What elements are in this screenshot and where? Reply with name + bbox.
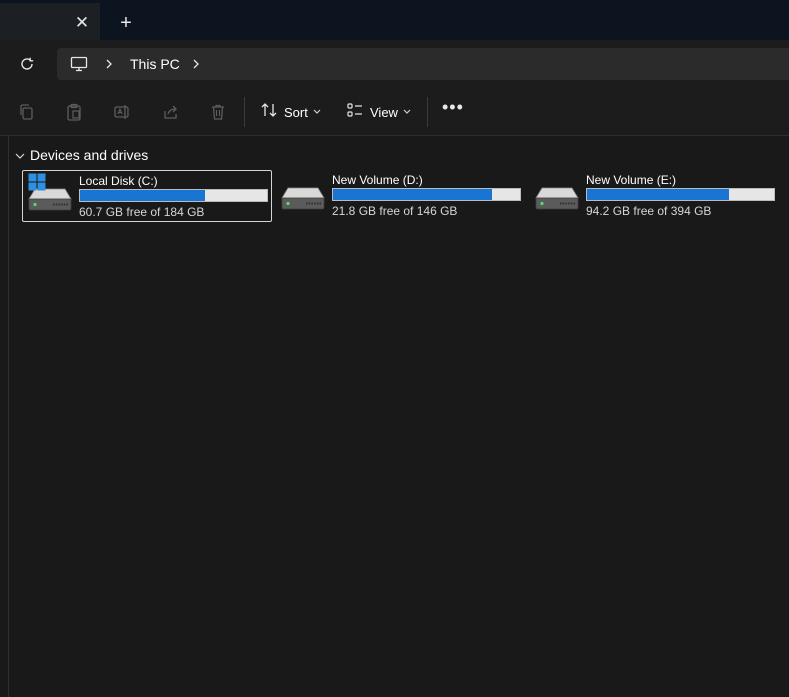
tab-strip: ✕ +: [0, 0, 789, 40]
drive-name: New Volume (D:): [332, 173, 423, 187]
section-title: Devices and drives: [30, 147, 149, 163]
refresh-icon[interactable]: [17, 54, 37, 74]
command-bar: Sort View •••: [0, 88, 789, 136]
drive-free-space: 21.8 GB free of 146 GB: [332, 204, 458, 218]
toolbar-separator: [244, 97, 245, 127]
tab-this-pc[interactable]: ✕: [0, 3, 100, 40]
drive-name: Local Disk (C:): [79, 174, 158, 188]
sort-label: Sort: [284, 104, 308, 120]
copy-icon[interactable]: [17, 102, 37, 122]
drive-usage-bar: [79, 189, 268, 202]
drive-item[interactable]: New Volume (E:) 94.2 GB free of 394 GB: [530, 170, 780, 222]
chevron-down-icon: [313, 107, 321, 117]
drive-name: New Volume (E:): [586, 173, 677, 187]
rename-icon[interactable]: [112, 102, 132, 122]
computer-icon: [69, 54, 89, 74]
chevron-right-icon[interactable]: [190, 56, 202, 72]
sort-icon: [260, 101, 278, 124]
drive-free-space: 60.7 GB free of 184 GB: [79, 205, 205, 219]
drive-free-space: 94.2 GB free of 394 GB: [586, 204, 712, 218]
breadcrumb-this-pc[interactable]: This PC: [130, 56, 180, 72]
address-row: This PC: [0, 40, 789, 88]
paste-icon[interactable]: [64, 102, 84, 122]
hard-drive-icon: [534, 182, 580, 212]
view-button[interactable]: View: [346, 98, 411, 126]
new-tab-icon[interactable]: +: [116, 13, 136, 33]
chevron-down-icon: [14, 149, 26, 161]
drive-item[interactable]: Local Disk (C:) 60.7 GB free of 184 GB: [22, 170, 272, 222]
toolbar-separator: [427, 97, 428, 127]
close-tab-icon[interactable]: ✕: [72, 13, 92, 33]
drive-usage-bar: [586, 188, 775, 201]
section-devices-and-drives[interactable]: Devices and drives: [14, 146, 148, 164]
sort-button[interactable]: Sort: [260, 98, 321, 126]
drive-item[interactable]: New Volume (D:) 21.8 GB free of 146 GB: [276, 170, 526, 222]
more-options-icon[interactable]: •••: [442, 98, 463, 120]
drive-usage-fill: [333, 189, 492, 200]
chevron-right-icon[interactable]: [103, 56, 115, 72]
drive-usage-bar: [332, 188, 521, 201]
drive-usage-fill: [80, 190, 206, 201]
drive-usage-fill: [587, 189, 730, 200]
pane-border: [8, 136, 9, 697]
address-bar[interactable]: This PC: [57, 48, 789, 80]
view-label: View: [370, 104, 398, 120]
windows-logo-icon: [28, 173, 46, 191]
delete-icon[interactable]: [208, 102, 228, 122]
chevron-down-icon: [403, 107, 411, 117]
view-icon: [346, 101, 364, 124]
hard-drive-icon: [280, 182, 326, 212]
share-icon[interactable]: [160, 102, 180, 122]
